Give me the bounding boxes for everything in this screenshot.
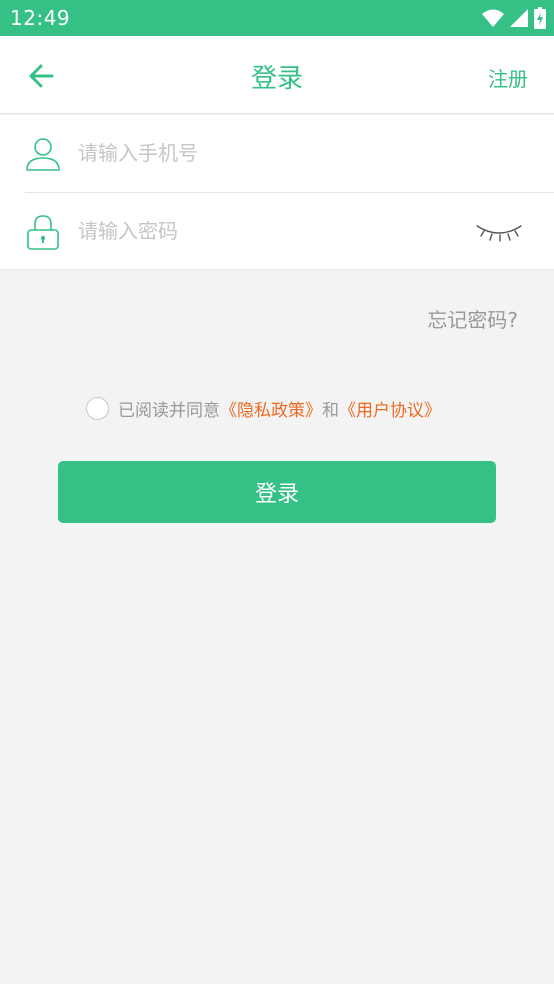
agreement-conjunction: 和 (322, 400, 339, 421)
agreement-prefix: 已阅读并同意 (118, 400, 220, 421)
agreement-row: 已阅读并同意 《隐私政策》 和 《用户协议》 (86, 395, 441, 421)
wifi-icon (482, 9, 504, 27)
login-button[interactable]: 登录 (58, 461, 496, 523)
privacy-policy-link[interactable]: 《隐私政策》 (220, 396, 322, 421)
status-icons (482, 7, 546, 29)
lock-icon (27, 215, 59, 250)
phone-input[interactable] (78, 133, 458, 173)
page-title: 登录 (250, 64, 303, 94)
user-agreement-link[interactable]: 《用户协议》 (339, 396, 441, 421)
login-form (0, 115, 554, 270)
register-link[interactable]: 注册 (488, 63, 528, 92)
signal-icon (510, 9, 528, 27)
status-bar: 12:49 (0, 0, 554, 36)
user-icon (26, 138, 60, 171)
password-row (0, 193, 554, 270)
status-time: 12:49 (10, 6, 71, 30)
phone-row (0, 115, 554, 193)
eye-closed-icon[interactable] (474, 218, 524, 244)
battery-charging-icon (534, 7, 546, 29)
agree-checkbox[interactable] (86, 396, 109, 420)
password-input[interactable] (78, 211, 458, 251)
nav-bar: 登录 注册 (0, 36, 554, 114)
forgot-password-link[interactable]: 忘记密码? (427, 304, 518, 333)
